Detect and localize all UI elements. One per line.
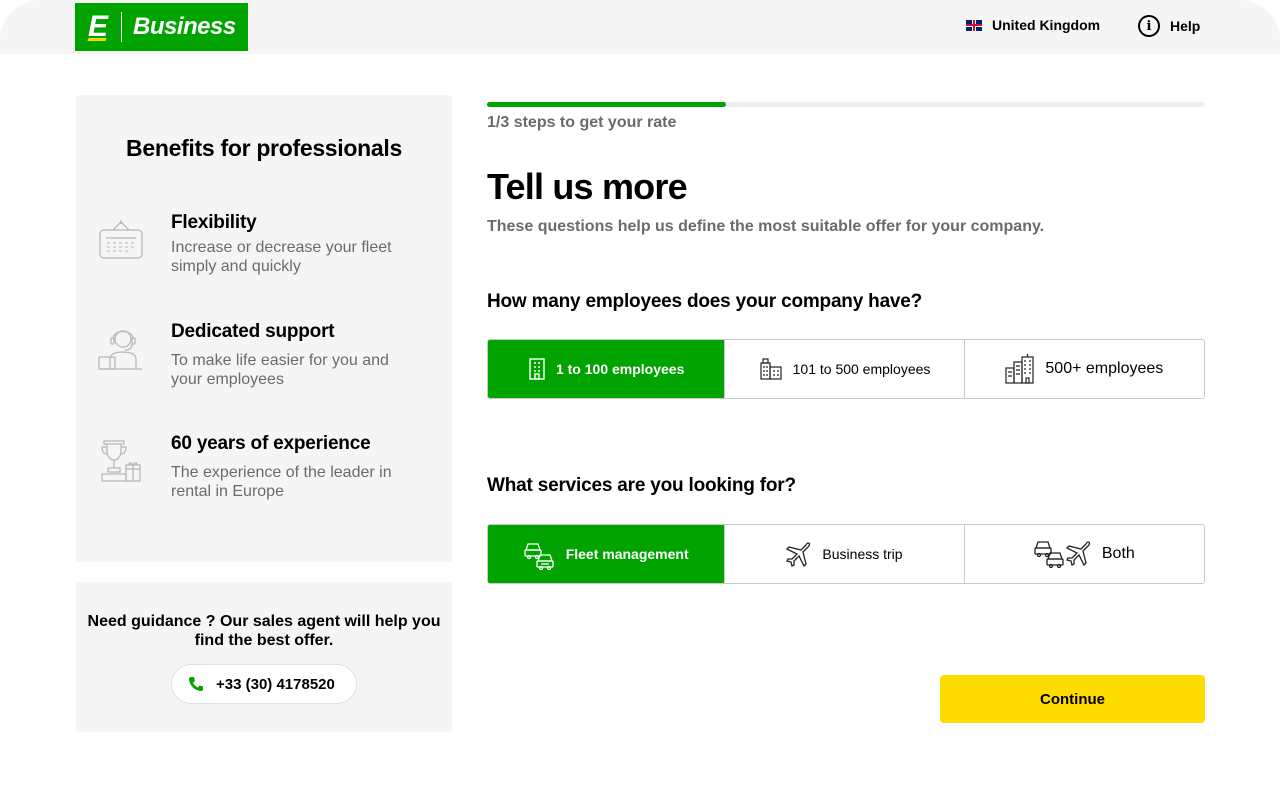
large-buildings-icon	[1005, 354, 1035, 384]
benefit-description: Increase or decrease your fleet simply a…	[171, 239, 392, 275]
option-label: 500+ employees	[1045, 360, 1164, 377]
option-label: Fleet management	[565, 546, 689, 562]
plane-icon	[786, 542, 811, 567]
services-question: What services are you looking for?	[487, 475, 796, 496]
progress-bar-fill	[487, 102, 727, 107]
cars-icon	[524, 543, 554, 570]
option-fleet-management[interactable]: Fleet management	[488, 525, 726, 583]
help-link[interactable]: i Help	[1138, 15, 1200, 37]
country-selector[interactable]: United Kingdom	[966, 17, 1100, 33]
phone-icon	[189, 677, 203, 691]
progress-bar	[487, 102, 1205, 107]
option-1-to-100-employees[interactable]: 1 to 100 employees	[488, 340, 726, 398]
option-101-to-500-employees[interactable]: 101 to 500 employees	[725, 340, 965, 398]
option-label: 101 to 500 employees	[792, 361, 931, 377]
option-label: 1 to 100 employees	[555, 361, 685, 377]
option-both[interactable]: Both	[964, 525, 1204, 583]
benefit-description: The experience of the leader in rental i…	[171, 464, 392, 500]
employees-question: How many employees does your company hav…	[487, 291, 923, 312]
help-label: Help	[1170, 18, 1201, 34]
option-label: Both	[1101, 545, 1135, 562]
trophy-icon	[101, 440, 141, 482]
calendar-sign-icon	[99, 220, 143, 259]
guidance-text: Need guidance ? Our sales agent will hel…	[87, 613, 441, 649]
small-building-icon	[529, 358, 545, 380]
country-label: United Kingdom	[992, 17, 1101, 33]
phone-number: +33 (30) 4178520	[216, 675, 335, 693]
logo-e-mark: E	[87, 10, 108, 43]
logo-text: Business	[133, 13, 236, 40]
benefit-description: To make life easier for you and your emp…	[171, 352, 389, 388]
option-business-trip[interactable]: Business trip	[725, 525, 965, 583]
info-icon: i	[1138, 15, 1160, 37]
page-title: Tell us more	[487, 166, 688, 207]
call-sales-button[interactable]: +33 (30) 4178520	[171, 664, 357, 704]
cars-and-plane-icon	[1034, 541, 1091, 569]
services-options: Fleet management Business trip Both	[487, 524, 1205, 584]
option-500-plus-employees[interactable]: 500+ employees	[964, 340, 1204, 398]
guidance-panel: Need guidance ? Our sales agent will hel…	[76, 582, 452, 732]
benefits-title: Benefits for professionals	[126, 135, 402, 161]
medium-building-icon	[760, 358, 782, 380]
employees-options: 1 to 100 employees 101 to 500 employees	[487, 339, 1205, 399]
benefit-title: 60 years of experience	[171, 433, 371, 454]
benefit-title: Flexibility	[171, 212, 257, 233]
support-agent-icon	[98, 330, 142, 370]
continue-button[interactable]: Continue	[940, 675, 1205, 723]
benefits-panel: Benefits for professionals Flexibility I…	[76, 95, 452, 562]
europcar-business-logo[interactable]: E Business	[75, 3, 248, 51]
uk-flag-icon	[966, 19, 982, 31]
logo-separator	[121, 12, 122, 42]
option-label: Business trip	[822, 546, 903, 562]
benefit-title: Dedicated support	[171, 321, 335, 342]
page-subtitle: These questions help us define the most …	[487, 218, 1045, 235]
progress-label: 1/3 steps to get your rate	[487, 114, 677, 131]
